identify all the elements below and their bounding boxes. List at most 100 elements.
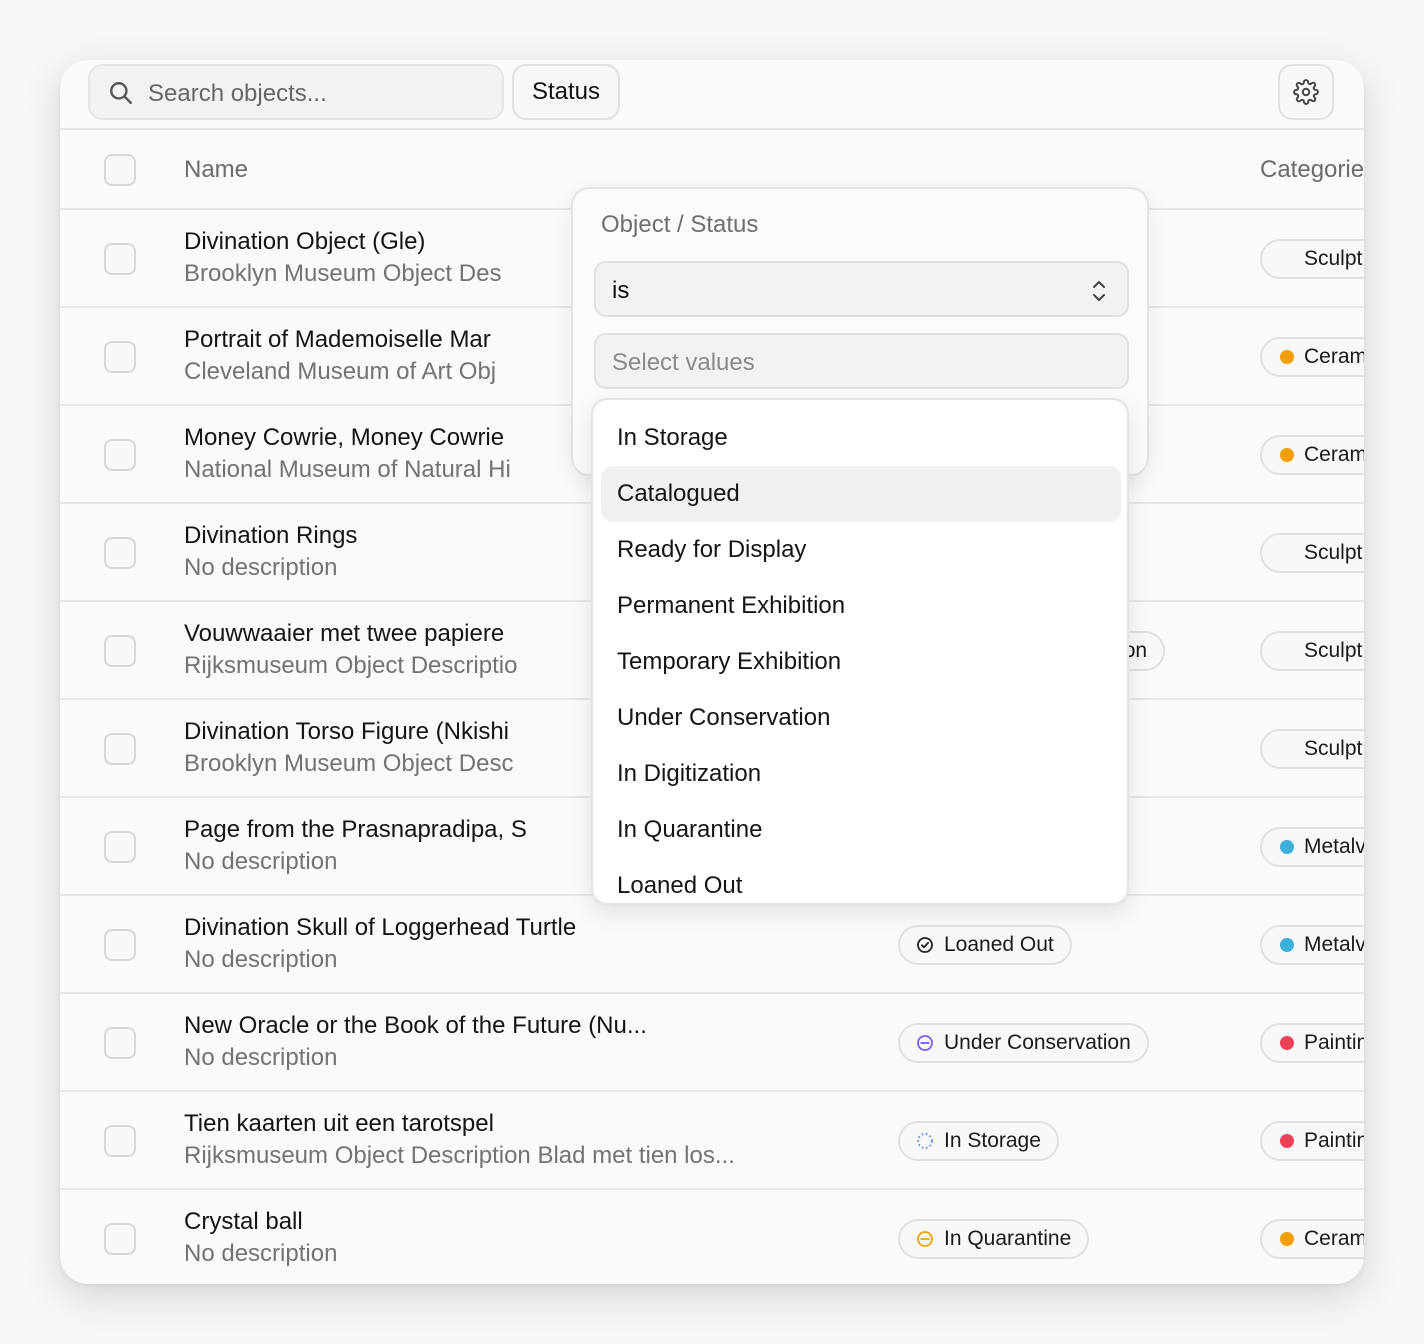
row-checkbox[interactable] bbox=[104, 1027, 136, 1059]
object-description: Brooklyn Museum Object Desc bbox=[184, 750, 514, 777]
category-dot bbox=[1280, 448, 1294, 462]
category-label: Sculpt bbox=[1304, 541, 1363, 564]
values-input[interactable]: Select values bbox=[594, 333, 1129, 389]
category-badge[interactable]: Ceram bbox=[1260, 435, 1364, 475]
category-badge[interactable]: Paintin bbox=[1260, 1121, 1364, 1161]
status-label: In Storage bbox=[944, 1129, 1041, 1152]
object-description: No description bbox=[184, 946, 338, 973]
status-label: Under Conservation bbox=[944, 1031, 1131, 1054]
row-checkbox[interactable] bbox=[104, 243, 136, 275]
category-badge[interactable]: Ceram bbox=[1260, 337, 1364, 377]
row-checkbox[interactable] bbox=[104, 1125, 136, 1157]
object-description: Cleveland Museum of Art Obj bbox=[184, 358, 497, 385]
object-title[interactable]: Divination Object (Gle) bbox=[184, 228, 425, 256]
category-dot bbox=[1280, 1232, 1294, 1246]
object-title[interactable]: Divination Skull of Loggerhead Turtle bbox=[184, 914, 576, 942]
row-checkbox[interactable] bbox=[104, 537, 136, 569]
category-badge[interactable]: Paintin bbox=[1260, 1023, 1364, 1063]
gear-icon bbox=[1293, 79, 1319, 105]
status-badge[interactable]: Loaned Out bbox=[898, 925, 1072, 965]
table-row[interactable]: New Oracle or the Book of the Future (Nu… bbox=[60, 994, 1364, 1092]
row-checkbox[interactable] bbox=[104, 831, 136, 863]
status-options-list: In Storage Catalogued Ready for Display Per… bbox=[591, 398, 1129, 905]
status-badge[interactable]: In Quarantine bbox=[898, 1219, 1090, 1259]
category-dot bbox=[1280, 1036, 1294, 1050]
object-description: Rijksmuseum Object Description Blad met … bbox=[184, 1142, 735, 1169]
object-description: No description bbox=[184, 1044, 338, 1071]
status-option[interactable]: Permanent Exhibition bbox=[601, 578, 1121, 634]
row-checkbox[interactable] bbox=[104, 929, 136, 961]
table-row[interactable]: Tien kaarten uit een tarotspel Rijksmuseu… bbox=[60, 1092, 1364, 1190]
search-icon bbox=[110, 82, 132, 104]
category-badge[interactable]: Ceram bbox=[1260, 1219, 1364, 1259]
object-title[interactable]: Divination Torso Figure (Nkishi bbox=[184, 718, 509, 746]
status-label: Loaned Out bbox=[944, 933, 1054, 956]
object-description: No description bbox=[184, 848, 338, 875]
object-title[interactable]: Tien kaarten uit een tarotspel bbox=[184, 1110, 494, 1138]
quarantine-icon bbox=[916, 1230, 934, 1248]
object-description: Rijksmuseum Object Descriptio bbox=[184, 652, 518, 679]
object-title[interactable]: Money Cowrie, Money Cowrie bbox=[184, 424, 504, 452]
category-badge[interactable]: Sculpt bbox=[1260, 729, 1364, 769]
status-label: In Quarantine bbox=[944, 1227, 1072, 1250]
objects-table-card: Search objects... Status Name Categorie … bbox=[60, 60, 1364, 1284]
category-badge[interactable]: Sculpt bbox=[1260, 631, 1364, 671]
values-placeholder: Select values bbox=[612, 349, 755, 376]
conservation-icon bbox=[916, 1034, 934, 1052]
row-checkbox[interactable] bbox=[104, 1223, 136, 1255]
object-description: Brooklyn Museum Object Des bbox=[184, 260, 502, 287]
category-label: Ceram bbox=[1304, 443, 1364, 466]
category-badge[interactable]: Sculpt bbox=[1260, 239, 1364, 279]
status-option[interactable]: In Storage bbox=[601, 410, 1121, 466]
category-label: Metalv bbox=[1304, 835, 1364, 858]
chevron-up-down-icon bbox=[1093, 281, 1105, 301]
status-option[interactable]: In Quarantine bbox=[601, 802, 1121, 858]
category-badge[interactable]: Metalv bbox=[1260, 827, 1364, 867]
status-filter-button[interactable]: Status bbox=[512, 64, 620, 120]
category-dot bbox=[1280, 840, 1294, 854]
category-badge[interactable]: Metalv bbox=[1260, 925, 1364, 965]
status-badge[interactable]: In Storage bbox=[898, 1121, 1059, 1161]
category-dot bbox=[1280, 350, 1294, 364]
object-description: No description bbox=[184, 554, 338, 581]
status-option[interactable]: Catalogued bbox=[601, 466, 1121, 522]
object-title[interactable]: Vouwwaaier met twee papiere bbox=[184, 620, 504, 648]
operator-select[interactable]: is bbox=[594, 261, 1129, 317]
status-option[interactable]: In Digitization bbox=[601, 746, 1121, 802]
category-label: Ceram bbox=[1304, 345, 1364, 368]
category-label: Paintin bbox=[1304, 1129, 1364, 1152]
search-input[interactable]: Search objects... bbox=[88, 64, 504, 120]
category-label: Sculpt bbox=[1304, 737, 1363, 760]
row-checkbox[interactable] bbox=[104, 733, 136, 765]
object-description: National Museum of Natural Hi bbox=[184, 456, 511, 483]
column-header-category[interactable]: Categorie bbox=[1260, 156, 1364, 184]
column-header-name[interactable]: Name bbox=[184, 156, 248, 184]
storage-icon bbox=[916, 1132, 934, 1150]
object-title[interactable]: Portrait of Mademoiselle Mar bbox=[184, 326, 491, 354]
object-description: No description bbox=[184, 1240, 338, 1267]
category-badge[interactable]: Sculpt bbox=[1260, 533, 1364, 573]
settings-button[interactable] bbox=[1278, 64, 1334, 120]
filter-title: Object / Status bbox=[601, 211, 759, 238]
object-title[interactable]: Page from the Prasnapradipa, S bbox=[184, 816, 527, 844]
status-option[interactable]: Temporary Exhibition bbox=[601, 634, 1121, 690]
category-label: Sculpt bbox=[1304, 247, 1363, 270]
table-row[interactable]: Crystal ball No description In Quarantine C… bbox=[60, 1190, 1364, 1284]
object-title[interactable]: Crystal ball bbox=[184, 1208, 303, 1236]
select-all-checkbox[interactable] bbox=[104, 154, 136, 186]
category-dot bbox=[1280, 938, 1294, 952]
row-checkbox[interactable] bbox=[104, 635, 136, 667]
category-label: Metalv bbox=[1304, 933, 1364, 956]
status-option[interactable]: Loaned Out bbox=[601, 858, 1121, 903]
status-option[interactable]: Under Conservation bbox=[601, 690, 1121, 746]
table-row[interactable]: Divination Skull of Loggerhead Turtle No … bbox=[60, 896, 1364, 994]
row-checkbox[interactable] bbox=[104, 439, 136, 471]
search-placeholder: Search objects... bbox=[148, 80, 327, 107]
status-option[interactable]: Ready for Display bbox=[601, 522, 1121, 578]
status-badge[interactable]: Under Conservation bbox=[898, 1023, 1149, 1063]
category-label: Sculpt bbox=[1304, 639, 1363, 662]
object-title[interactable]: New Oracle or the Book of the Future (Nu… bbox=[184, 1012, 647, 1040]
object-title[interactable]: Divination Rings bbox=[184, 522, 357, 550]
row-checkbox[interactable] bbox=[104, 341, 136, 373]
category-label: Ceram bbox=[1304, 1227, 1364, 1250]
